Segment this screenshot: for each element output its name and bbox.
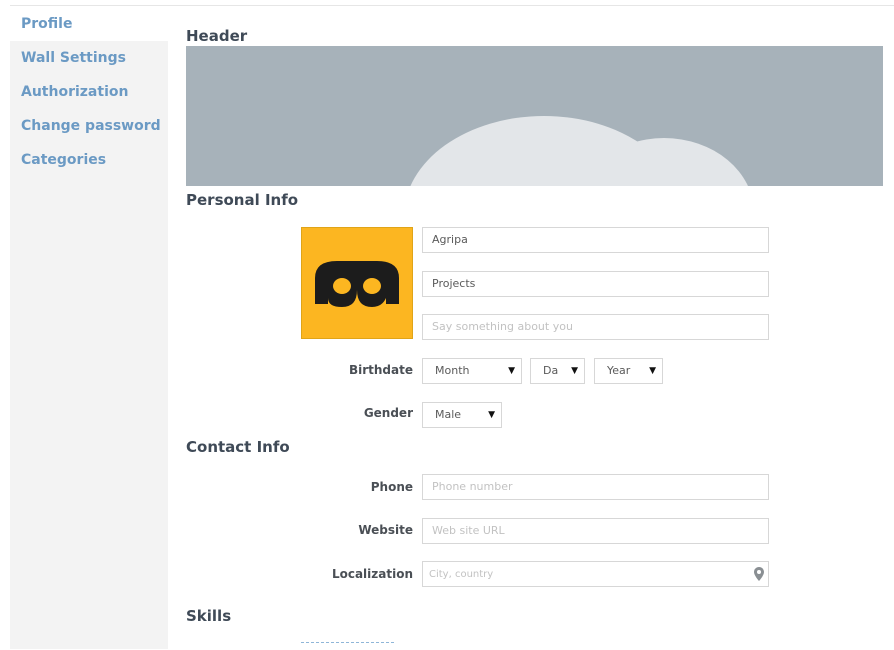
about-input[interactable]: Say something about you: [422, 314, 769, 340]
chevron-down-icon: ▼: [488, 410, 495, 420]
sidebar-item-profile[interactable]: Profile: [10, 7, 168, 41]
birth-year-select[interactable]: Year ▼: [594, 358, 663, 384]
sidebar-item-wall-settings[interactable]: Wall Settings: [10, 41, 168, 75]
birth-month-value: Month: [435, 364, 470, 377]
personal-info-title: Personal Info: [186, 191, 299, 209]
website-input[interactable]: Web site URL: [422, 518, 769, 544]
brand-logo-icon: [315, 261, 399, 307]
skills-title: Skills: [186, 607, 232, 625]
top-divider: [10, 5, 894, 6]
localization-input[interactable]: City, country: [422, 561, 769, 587]
header-banner-image[interactable]: [186, 46, 883, 186]
map-pin-icon[interactable]: [754, 566, 764, 590]
birth-month-select[interactable]: Month ▼: [422, 358, 522, 384]
birth-day-value: Da: [543, 364, 559, 377]
birthdate-label: Birthdate: [348, 363, 413, 377]
last-name-input[interactable]: Projects: [422, 271, 769, 297]
chevron-down-icon: ▼: [508, 366, 515, 376]
birth-year-value: Year: [607, 364, 631, 377]
phone-input[interactable]: Phone number: [422, 474, 769, 500]
sidebar-item-change-password[interactable]: Change password: [10, 109, 168, 143]
header-section-title: Header: [186, 27, 248, 45]
gender-label: Gender: [363, 406, 413, 420]
localization-placeholder: City, country: [429, 569, 494, 580]
website-label: Website: [358, 523, 413, 537]
gender-value: Male: [435, 408, 462, 421]
localization-label: Localization: [331, 567, 413, 581]
gender-select[interactable]: Male ▼: [422, 402, 502, 428]
sidebar-item-categories[interactable]: Categories: [10, 143, 168, 177]
contact-info-title: Contact Info: [186, 438, 290, 456]
first-name-input[interactable]: Agripa: [422, 227, 769, 253]
phone-label: Phone: [370, 480, 413, 494]
birth-day-select[interactable]: Da ▼: [530, 358, 585, 384]
avatar[interactable]: [301, 227, 413, 339]
settings-sidebar: Profile Wall Settings Authorization Chan…: [10, 7, 168, 649]
chevron-down-icon: ▼: [649, 366, 656, 376]
sidebar-item-authorization[interactable]: Authorization: [10, 75, 168, 109]
chevron-down-icon: ▼: [571, 366, 578, 376]
